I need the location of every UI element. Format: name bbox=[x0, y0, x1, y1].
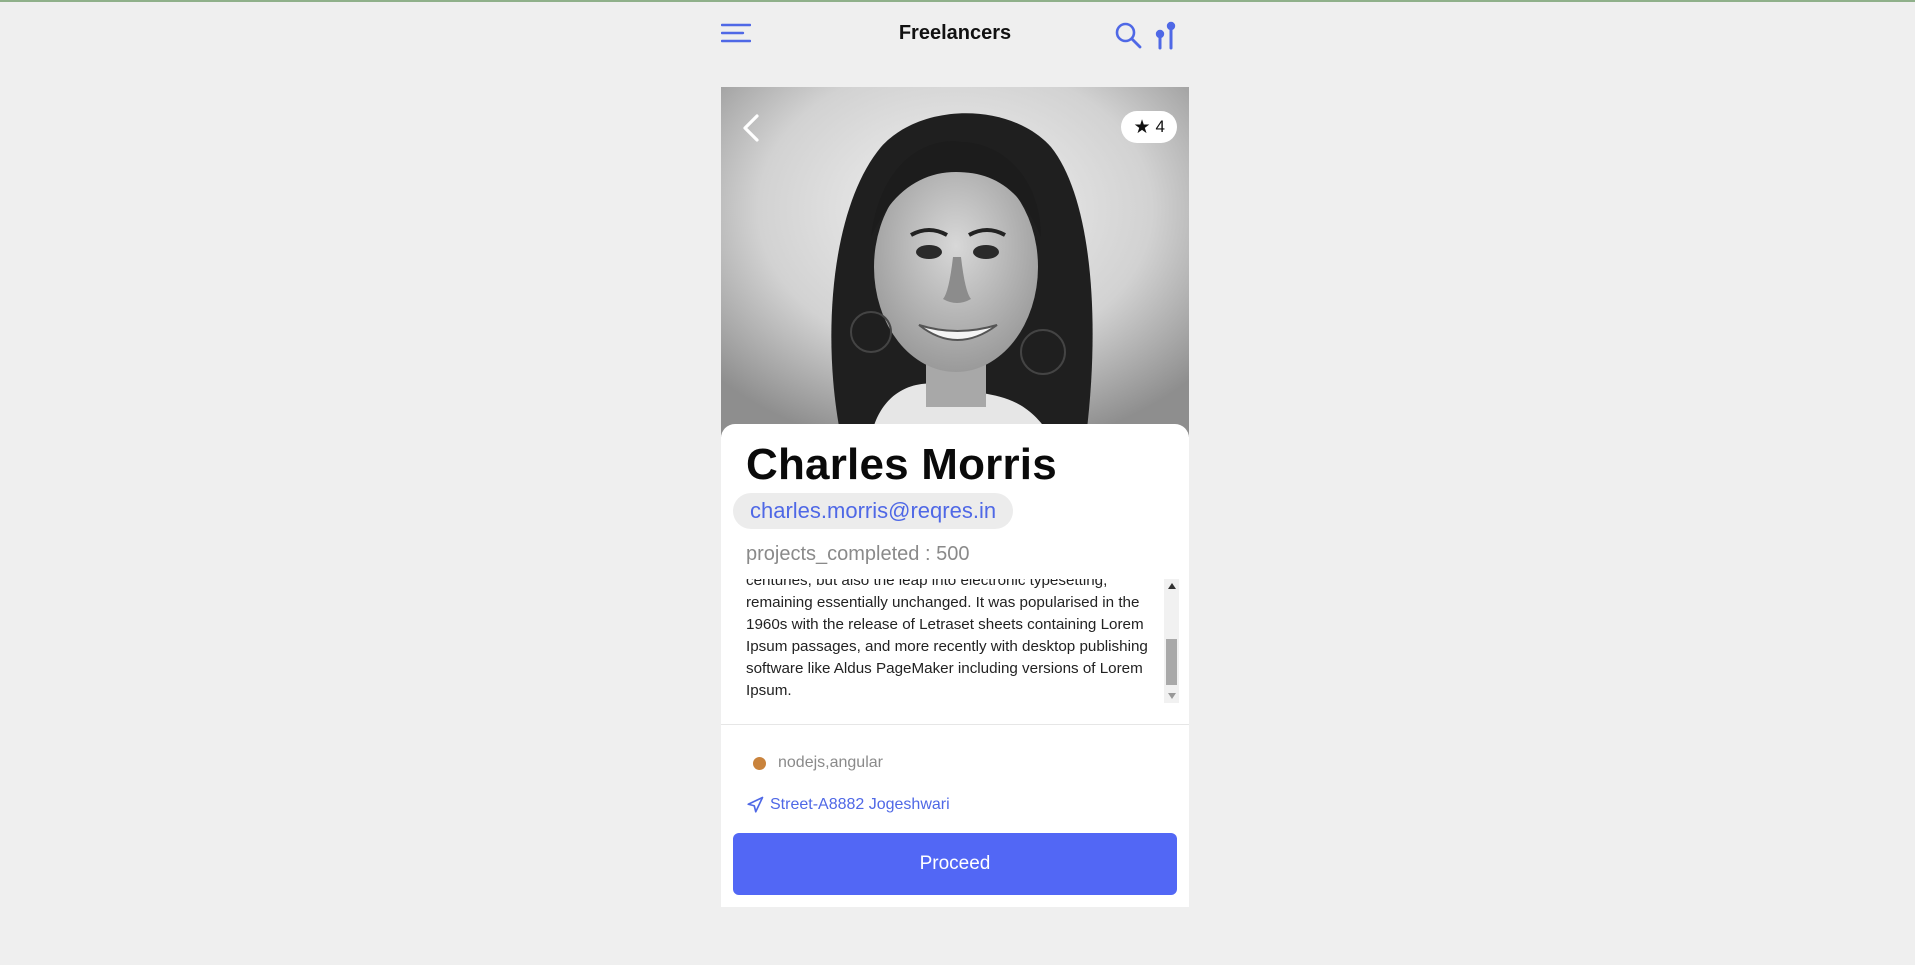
scroll-up-arrow-icon[interactable] bbox=[1164, 579, 1179, 593]
bio-text: centuries, but also the leap into electr… bbox=[746, 579, 1148, 699]
star-icon: ★ bbox=[1133, 116, 1151, 138]
skill-dot-icon bbox=[753, 756, 766, 770]
rating-badge: ★ 4 bbox=[1121, 111, 1177, 143]
location-link[interactable]: Street-A8882 Jogeshwari bbox=[746, 796, 950, 814]
email-chip[interactable]: charles.morris@reqres.in bbox=[733, 493, 1014, 529]
freelancer-name: Charles Morris bbox=[746, 440, 1057, 489]
navigation-arrow-icon bbox=[747, 796, 764, 813]
scroll-thumb[interactable] bbox=[1166, 639, 1177, 685]
profile-card: ★ 4 Charles Morris charles.morris@reqres… bbox=[721, 87, 1189, 907]
search-icon[interactable] bbox=[1114, 21, 1142, 49]
skills-text: nodejs,angular bbox=[778, 754, 883, 771]
proceed-button[interactable]: Proceed bbox=[733, 833, 1177, 895]
portrait-illustration bbox=[721, 87, 1189, 437]
profile-details: Charles Morris charles.morris@reqres.in … bbox=[721, 424, 1189, 907]
chevron-left-icon[interactable] bbox=[739, 113, 763, 143]
rating-value: 4 bbox=[1155, 117, 1165, 136]
profile-photo: ★ 4 bbox=[721, 87, 1189, 437]
scroll-down-arrow-icon[interactable] bbox=[1164, 689, 1179, 703]
skills-row: nodejs,angular bbox=[753, 754, 883, 772]
projects-completed: projects_completed : 500 bbox=[746, 543, 970, 565]
bio-scrollbar[interactable] bbox=[1164, 579, 1179, 703]
sort-icon[interactable] bbox=[1153, 20, 1179, 50]
bio-scroll-area[interactable]: centuries, but also the leap into electr… bbox=[746, 579, 1179, 703]
section-divider bbox=[721, 724, 1189, 725]
location-text: Street-A8882 Jogeshwari bbox=[770, 796, 950, 813]
app-header: Freelancers bbox=[721, 12, 1189, 56]
